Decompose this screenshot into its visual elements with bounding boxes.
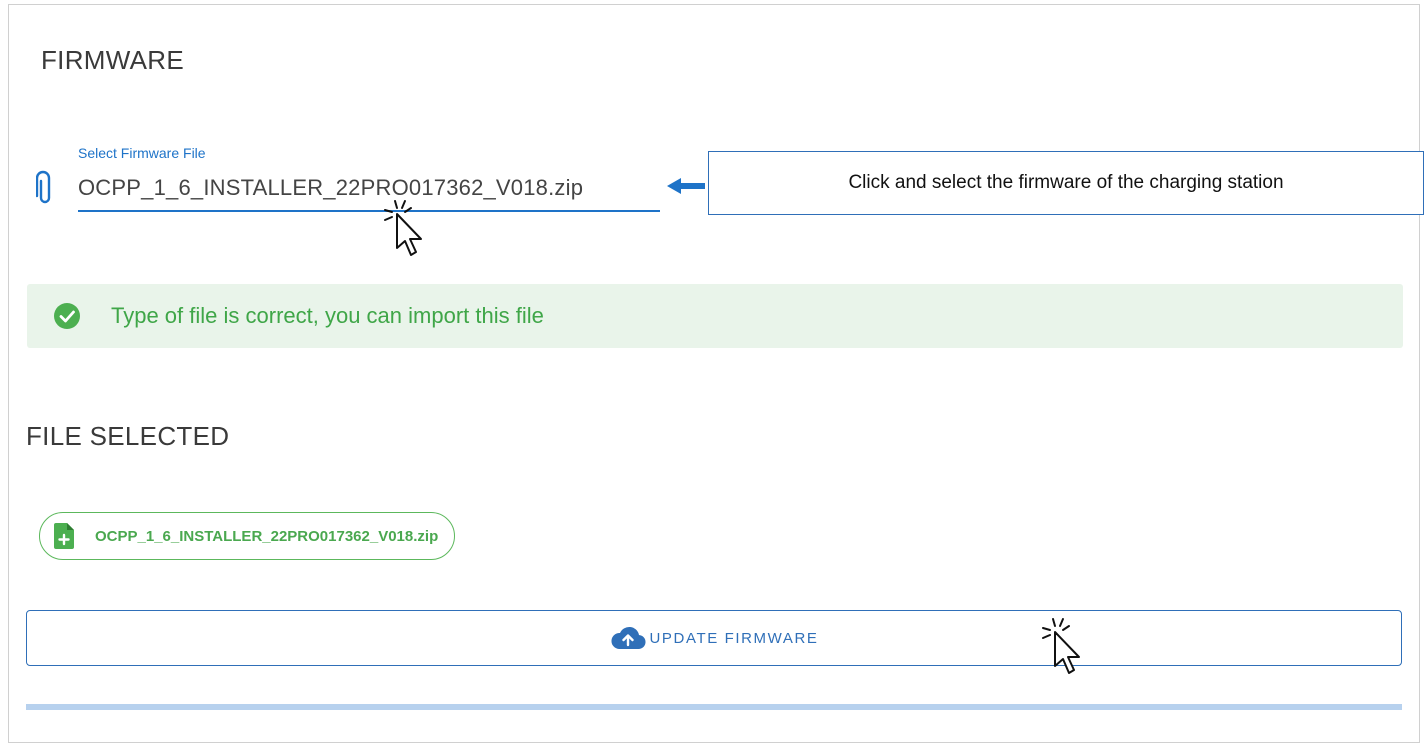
file-validation-alert: Type of file is correct, you can import … [27, 284, 1403, 348]
firmware-file-input[interactable]: OCPP_1_6_INSTALLER_22PRO017362_V018.zip [78, 175, 583, 201]
cloud-upload-icon [610, 626, 646, 650]
firmware-file-input-underline [78, 210, 660, 212]
firmware-panel: FIRMWARE Select Firmware File OCPP_1_6_I… [8, 4, 1424, 743]
callout-arrow-icon [667, 178, 705, 194]
firmware-section-title: FIRMWARE [41, 45, 184, 75]
update-firmware-button-label: UPDATE FIRMWARE [649, 629, 819, 647]
check-circle-icon [54, 303, 80, 329]
file-selected-section-title: FILE SELECTED [26, 421, 230, 451]
firmware-file-field-label: Select Firmware File [78, 145, 206, 161]
upload-progress-bar [26, 704, 1402, 710]
instruction-callout-text: Click and select the firmware of the cha… [848, 172, 1284, 193]
upload-progress-fill [26, 704, 1402, 710]
update-firmware-button[interactable]: UPDATE FIRMWARE [26, 610, 1402, 666]
pointer-cursor-icon [384, 200, 422, 256]
instruction-callout: Click and select the firmware of the cha… [708, 151, 1424, 215]
file-add-icon [54, 523, 74, 549]
paperclip-icon [36, 170, 51, 204]
file-validation-message: Type of file is correct, you can import … [111, 303, 544, 328]
selected-file-chip[interactable]: OCPP_1_6_INSTALLER_22PRO017362_V018.zip [39, 512, 456, 560]
pointer-cursor-icon [1042, 618, 1080, 674]
selected-file-name: OCPP_1_6_INSTALLER_22PRO017362_V018.zip [95, 527, 439, 545]
